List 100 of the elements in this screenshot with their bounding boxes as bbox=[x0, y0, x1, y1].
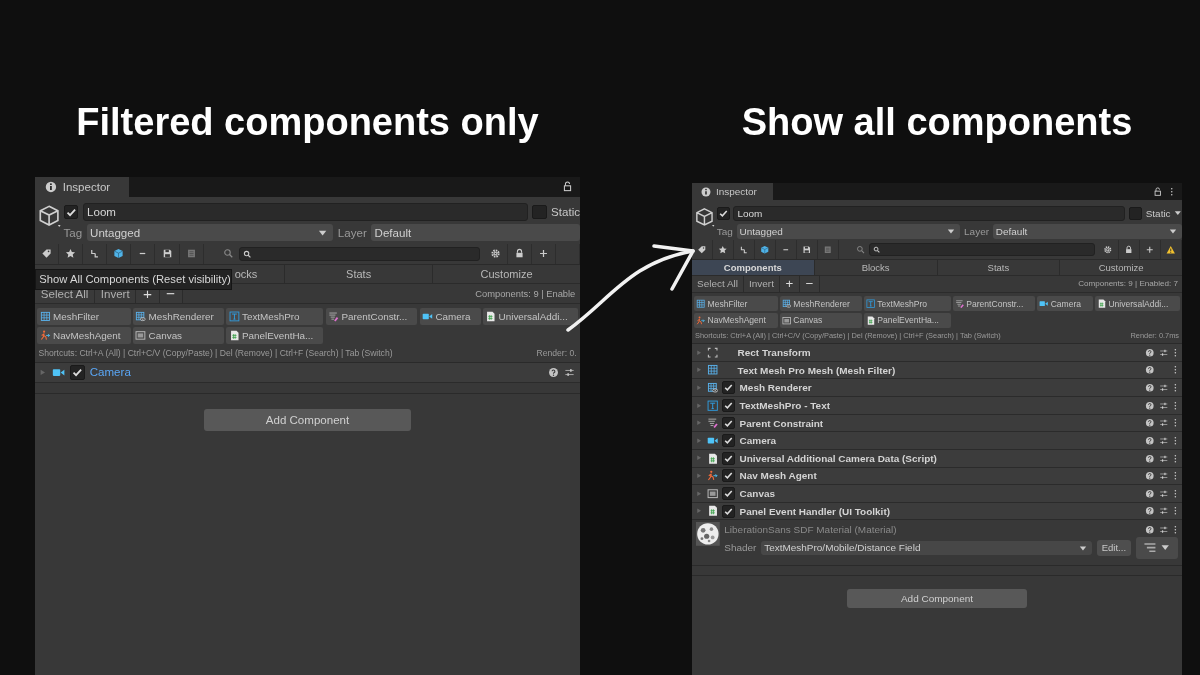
component-chip[interactable]: TextMeshPro bbox=[863, 296, 951, 312]
tab[interactable]: ocks bbox=[232, 265, 285, 285]
component-chip[interactable]: UniversalAddi... bbox=[482, 307, 578, 325]
more-icon[interactable] bbox=[1172, 453, 1178, 464]
tab[interactable]: Stats bbox=[936, 259, 1060, 276]
inspector-tab[interactable]: Inspector bbox=[35, 177, 129, 197]
help-icon[interactable] bbox=[1144, 347, 1155, 358]
component-row[interactable]: Rect Transform bbox=[692, 344, 1182, 362]
component-chip[interactable]: MeshRenderer bbox=[132, 307, 224, 325]
more-icon[interactable] bbox=[1172, 347, 1178, 358]
info-icon bbox=[44, 179, 59, 194]
add-component-button[interactable]: Add Component bbox=[203, 409, 412, 432]
sliders-icon[interactable] bbox=[1158, 453, 1169, 464]
static-checkbox[interactable] bbox=[1128, 206, 1142, 220]
search-field[interactable] bbox=[238, 246, 481, 262]
sliders-icon[interactable] bbox=[1158, 506, 1169, 516]
checkbox[interactable] bbox=[716, 206, 730, 220]
checkbox[interactable] bbox=[63, 204, 79, 220]
checkbox[interactable] bbox=[722, 469, 736, 483]
sliders-icon[interactable] bbox=[1158, 418, 1169, 428]
tab[interactable]: Stats bbox=[284, 265, 433, 285]
component-chip[interactable]: ParentConstr... bbox=[325, 307, 418, 325]
sliders-icon[interactable] bbox=[1158, 347, 1169, 358]
component-chip[interactable]: MeshFilter bbox=[693, 296, 778, 312]
sliders-icon[interactable] bbox=[1159, 525, 1169, 535]
help-icon[interactable] bbox=[1144, 506, 1155, 516]
help-icon[interactable] bbox=[1144, 471, 1155, 481]
component-name: Mesh Renderer bbox=[739, 382, 813, 394]
frame-icon bbox=[135, 330, 147, 342]
search-field[interactable] bbox=[868, 243, 1096, 256]
sliders-icon[interactable] bbox=[1158, 488, 1169, 499]
component-chip[interactable]: ParentConstr... bbox=[952, 296, 1036, 312]
more-icon[interactable] bbox=[1172, 471, 1178, 481]
component-chip[interactable]: PanelEventHa... bbox=[226, 327, 324, 345]
tag-dropdown[interactable]: Untagged bbox=[736, 223, 961, 239]
tag-dropdown[interactable]: Untagged bbox=[86, 224, 334, 242]
component-row[interactable]: Camera bbox=[35, 362, 580, 384]
layer-dropdown[interactable]: Default bbox=[992, 223, 1182, 239]
help-icon[interactable] bbox=[1144, 400, 1155, 411]
component-chip[interactable]: NavMeshAgent bbox=[693, 312, 778, 328]
add-component-button[interactable]: Add Component bbox=[847, 588, 1027, 608]
component-row[interactable]: Camera bbox=[692, 432, 1182, 450]
cube-icon[interactable] bbox=[693, 205, 717, 229]
checkbox[interactable] bbox=[70, 365, 85, 380]
component-chip[interactable]: Camera bbox=[1037, 296, 1093, 312]
checkbox[interactable] bbox=[722, 381, 736, 395]
component-row[interactable]: TextMeshPro - Text bbox=[692, 397, 1182, 415]
component-chip[interactable]: Camera bbox=[419, 307, 481, 325]
lock-icon[interactable] bbox=[562, 181, 574, 193]
component-row[interactable]: Mesh Renderer bbox=[692, 379, 1182, 398]
more-icon[interactable] bbox=[1172, 400, 1178, 411]
component-chip[interactable]: NavMeshAgent bbox=[37, 327, 131, 345]
layer-dropdown[interactable]: Default bbox=[371, 224, 580, 242]
tab[interactable]: Blocks bbox=[813, 259, 937, 276]
component-chip[interactable]: UniversalAddi... bbox=[1094, 296, 1181, 312]
component-name: TextMeshPro - Text bbox=[739, 399, 832, 411]
checkbox[interactable] bbox=[722, 416, 736, 430]
script-icon bbox=[228, 330, 240, 342]
component-chip[interactable]: MeshRenderer bbox=[779, 296, 862, 312]
edit-button[interactable]: Edit... bbox=[1097, 540, 1131, 556]
more-icon[interactable] bbox=[1172, 418, 1178, 428]
help-icon[interactable] bbox=[1144, 453, 1155, 464]
component-chip[interactable]: TextMeshPro bbox=[226, 307, 324, 325]
checkbox[interactable] bbox=[722, 398, 736, 412]
static-label: Static bbox=[551, 205, 580, 218]
more-icon[interactable] bbox=[1172, 435, 1178, 446]
component-row[interactable]: Canvas bbox=[692, 485, 1182, 503]
help-icon[interactable] bbox=[1144, 383, 1155, 393]
shader-dropdown[interactable]: TextMeshPro/Mobile/Distance Field bbox=[761, 540, 1093, 556]
checkbox[interactable] bbox=[722, 504, 736, 518]
inspector-tab[interactable]: Inspector bbox=[692, 183, 773, 201]
help-icon[interactable] bbox=[1144, 418, 1155, 428]
checkbox[interactable] bbox=[722, 487, 736, 500]
tab[interactable]: Customize bbox=[432, 265, 580, 285]
component-chip[interactable]: Canvas bbox=[779, 312, 862, 328]
sliders-icon[interactable] bbox=[1158, 471, 1169, 481]
component-chip[interactable]: PanelEventHa... bbox=[863, 312, 951, 328]
sliders-icon[interactable] bbox=[563, 366, 575, 378]
help-icon[interactable] bbox=[1144, 525, 1155, 535]
checkbox[interactable] bbox=[722, 451, 736, 465]
tab[interactable]: Customize bbox=[1059, 259, 1182, 276]
help-icon[interactable] bbox=[1144, 435, 1155, 446]
help-icon[interactable] bbox=[1144, 365, 1155, 375]
help-icon[interactable] bbox=[1144, 488, 1155, 499]
name-field[interactable]: Loom bbox=[733, 205, 1126, 221]
sliders-icon[interactable] bbox=[1158, 383, 1169, 393]
help-icon[interactable] bbox=[547, 366, 559, 378]
list-dropdown[interactable] bbox=[1135, 537, 1179, 559]
name-field[interactable]: Loom bbox=[82, 203, 528, 221]
component-chip[interactable]: Canvas bbox=[132, 327, 224, 345]
shortcuts-text: Shortcuts: Ctrl+A (All) | Ctrl+C/V (Copy/Paste) | Del (Remove) | Ctrl+F (Search) | Tab (Switch) bbox=[38, 348, 393, 359]
more-icon[interactable] bbox=[1172, 488, 1178, 499]
checkbox[interactable] bbox=[722, 434, 736, 448]
constraint-icon bbox=[328, 310, 339, 322]
sliders-icon[interactable] bbox=[1158, 435, 1169, 446]
lock-icon[interactable] bbox=[1152, 186, 1163, 197]
component-chip[interactable]: MeshFilter bbox=[37, 307, 131, 325]
static-checkbox[interactable] bbox=[532, 204, 547, 220]
sliders-icon[interactable] bbox=[1158, 400, 1169, 411]
caret-icon[interactable] bbox=[1174, 209, 1182, 217]
